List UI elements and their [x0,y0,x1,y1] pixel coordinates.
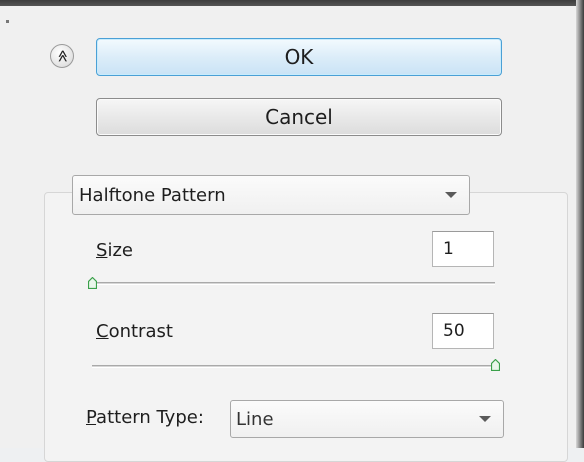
filter-select-value: Halftone Pattern [79,184,226,206]
contrast-slider-thumb-icon[interactable] [490,359,500,371]
dialog-window: ≫ OK Cancel Halftone Pattern Size 1 Cont… [0,0,584,462]
size-label: Size [96,240,133,261]
collapse-preview-button[interactable]: ≫ [50,44,74,68]
pattern-type-select[interactable]: Line [230,400,504,438]
cancel-button[interactable]: Cancel [96,98,502,136]
contrast-input-value: 50 [443,321,465,341]
chevron-down-icon [445,192,457,198]
chevron-down-icon [479,416,491,422]
ok-button[interactable]: OK [96,38,502,76]
contrast-slider-track[interactable] [92,365,495,368]
contrast-input[interactable]: 50 [432,313,494,349]
size-slider-track[interactable] [92,282,495,285]
ok-button-label: OK [284,45,314,69]
pattern-type-select-value: Line [236,408,274,430]
pattern-type-label: Pattern Type: [86,407,204,428]
size-slider-thumb-icon[interactable] [87,277,97,289]
contrast-label: Contrast [96,321,173,342]
double-chevron-up-icon: ≫ [55,49,69,63]
size-input[interactable]: 1 [432,231,494,267]
window-top-edge [0,0,584,6]
size-input-value: 1 [443,239,454,259]
filter-select[interactable]: Halftone Pattern [72,175,470,215]
window-edge-mark [6,20,9,23]
window-right-edge [576,0,584,448]
cancel-button-label: Cancel [265,105,333,129]
